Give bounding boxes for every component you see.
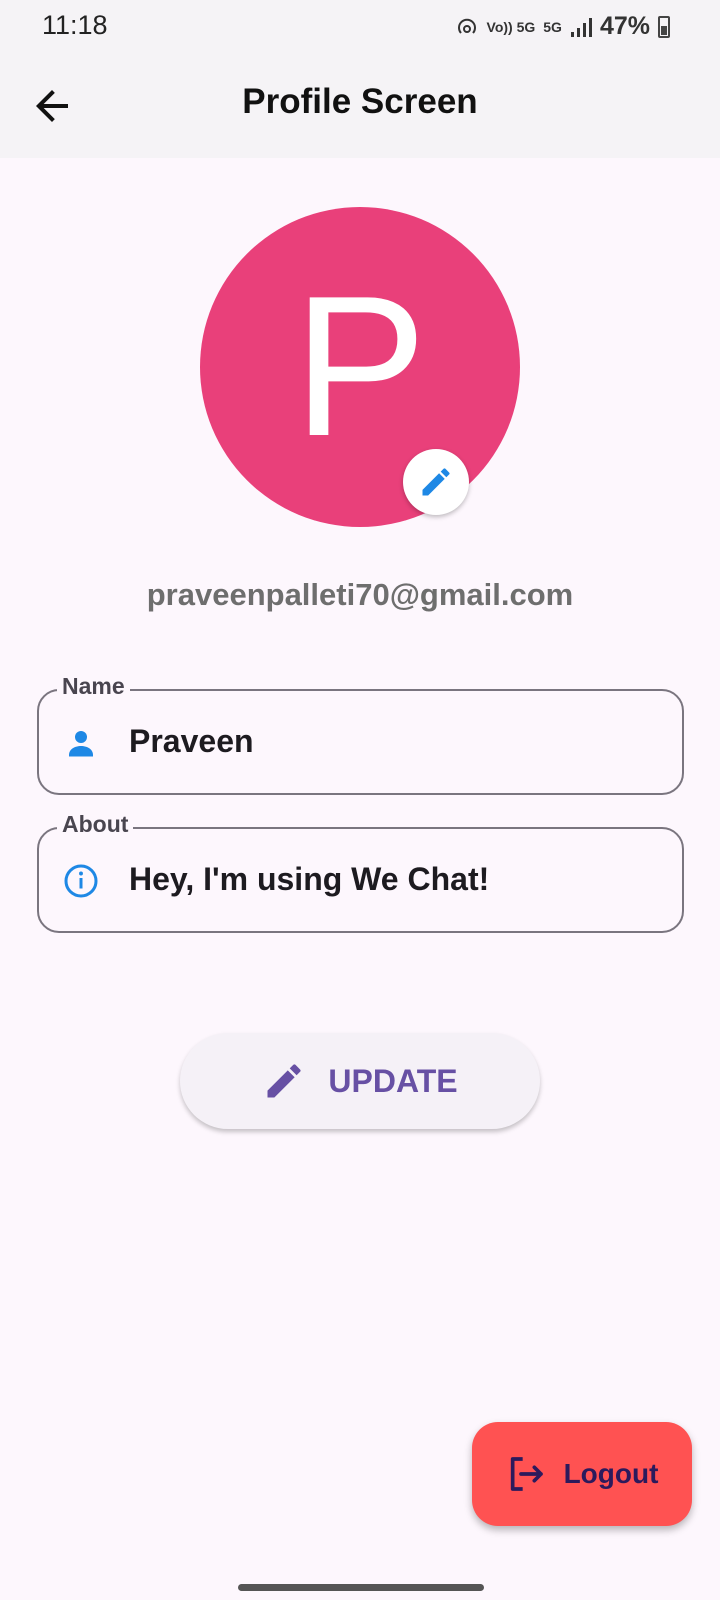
gesture-navigation-bar[interactable] [238,1584,484,1591]
name-field-value: Praveen [129,723,254,759]
logout-button-label: Logout [563,1458,659,1489]
signal-icon [570,17,592,37]
about-field-label: About [57,811,134,838]
status-icons: Vo)) 5G 5G 47% [455,12,670,41]
logout-icon [510,1457,543,1491]
info-icon [64,864,98,898]
battery-icon [658,15,670,38]
avatar-letter: P [293,255,427,478]
status-bar: 11:18 Vo)) 5G 5G 47% [0,0,720,52]
name-field[interactable]: Name Praveen [37,673,684,795]
email-text: praveenpalleti70@gmail.com [146,577,574,612]
pencil-icon [422,468,450,496]
hotspot-icon [457,18,476,34]
person-icon [69,731,93,757]
volte-icon: Vo)) 5G [486,18,536,35]
edit-avatar-button[interactable] [403,449,469,515]
profile-avatar: P [200,207,520,527]
battery-percent: 47% [599,12,650,40]
about-field-value: Hey, I'm using We Chat! [129,861,490,897]
name-field-label: Name [57,673,130,700]
about-field[interactable]: About Hey, I'm using We Chat! [37,811,684,933]
app-bar: Profile Screen [0,52,720,158]
status-time: 11:18 [42,10,108,40]
5g-icon: 5G [543,18,562,35]
logout-button[interactable]: Logout [472,1422,692,1526]
page-title: Profile Screen [242,82,478,121]
update-button[interactable]: UPDATE [180,1033,540,1129]
pencil-icon [267,1064,301,1098]
update-button-label: UPDATE [328,1062,458,1099]
